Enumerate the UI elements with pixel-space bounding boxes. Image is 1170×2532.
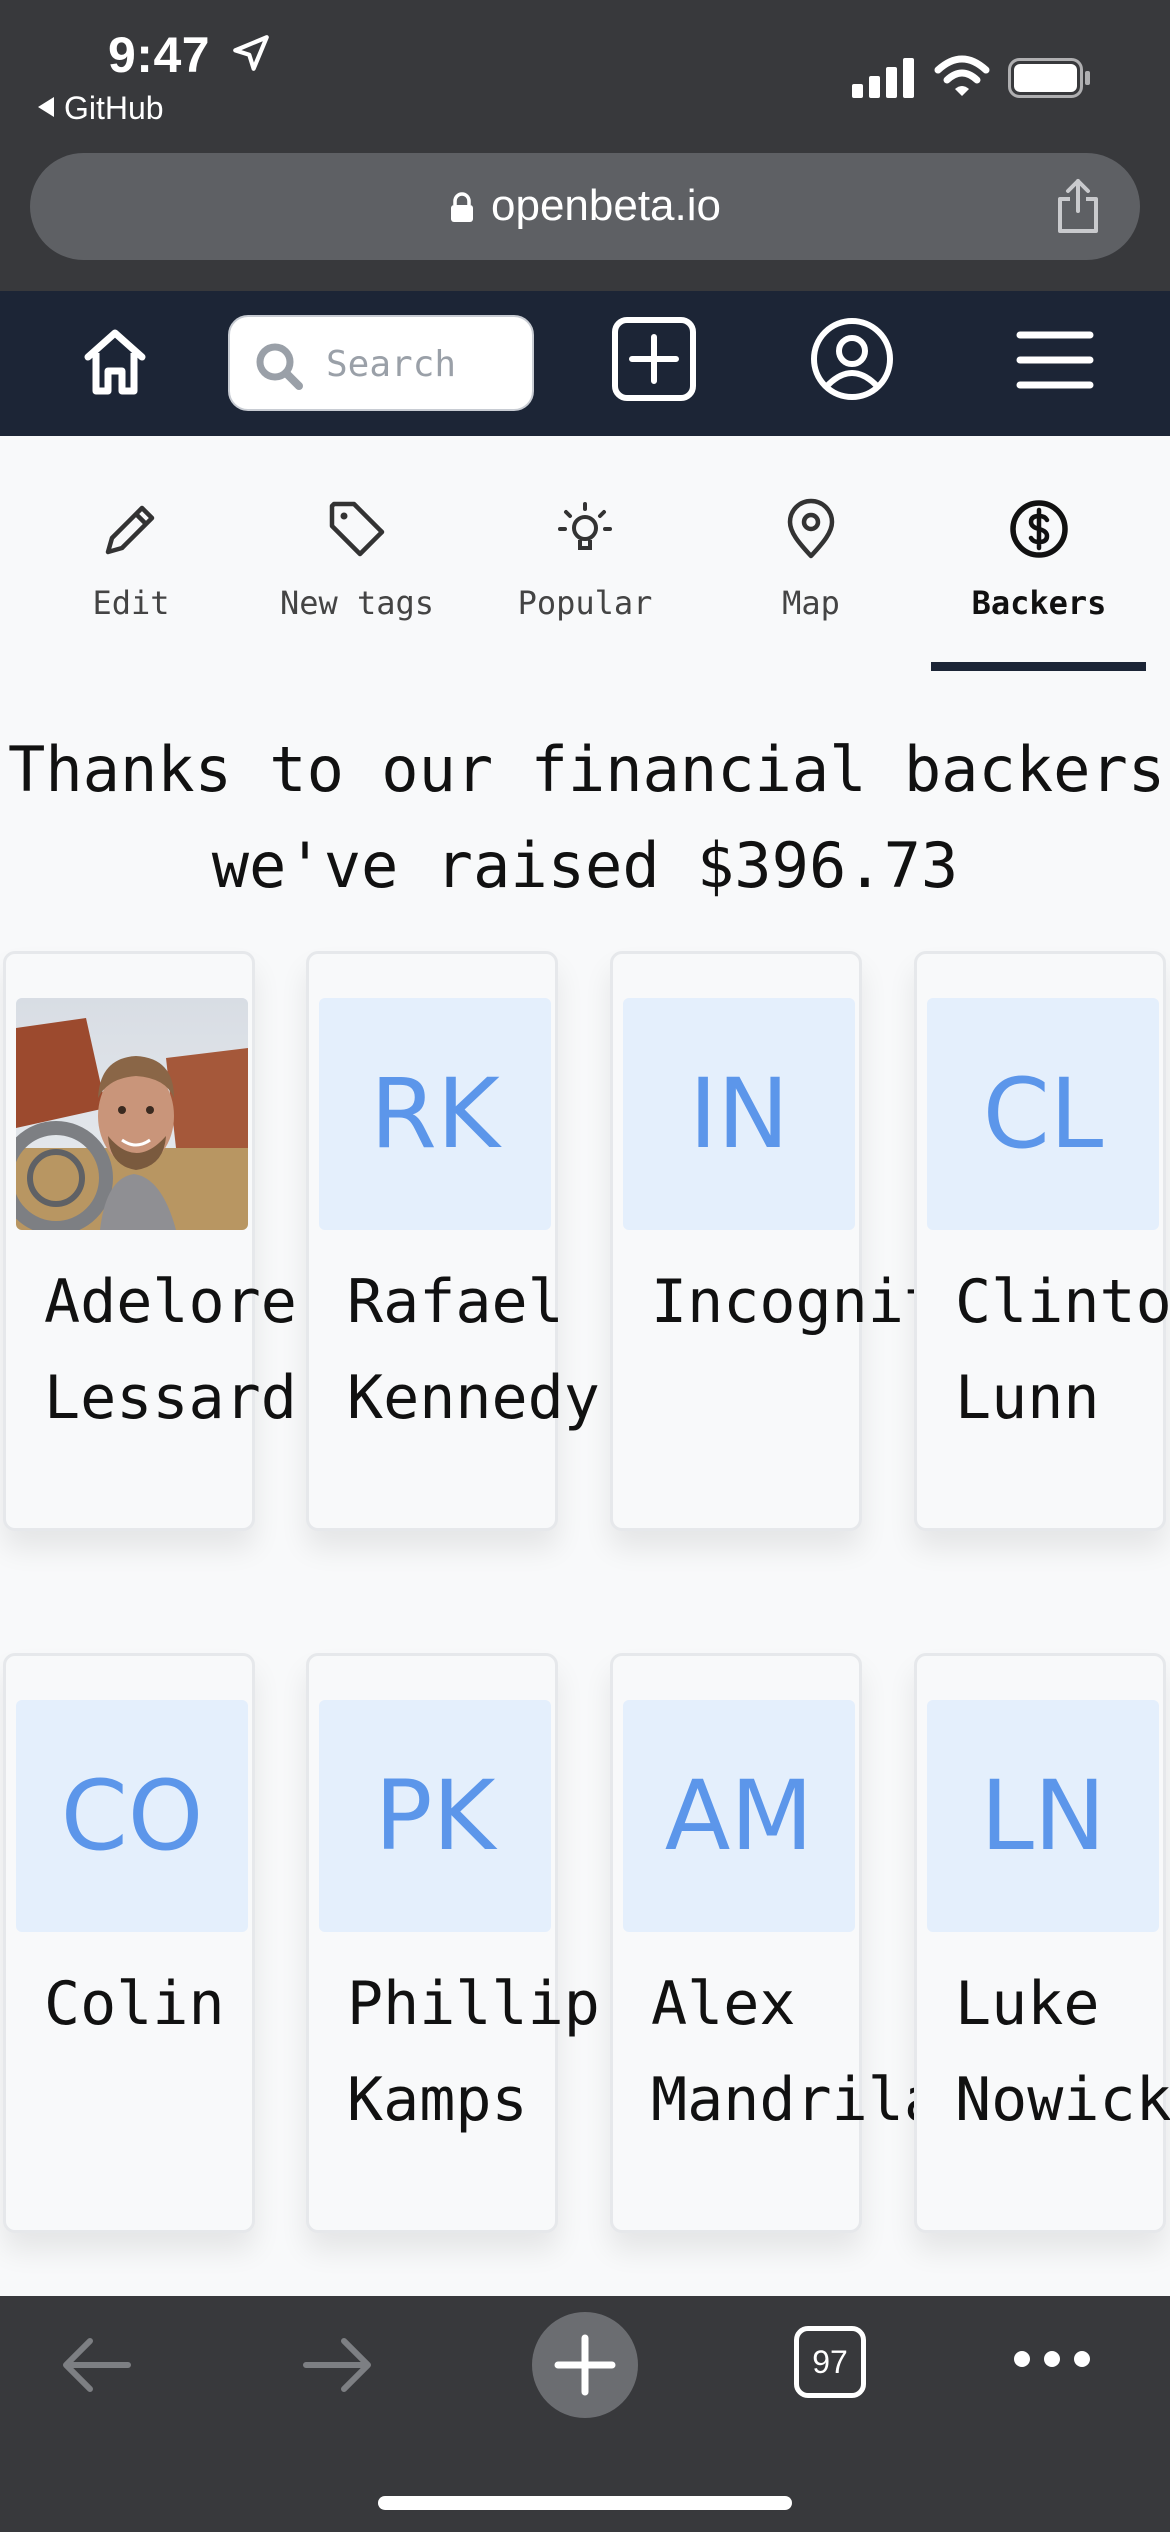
backer-photo xyxy=(16,998,248,1230)
backer-name: Clinton Lunn xyxy=(955,1267,1170,1433)
back-arrow-icon[interactable] xyxy=(58,2332,134,2398)
pencil-icon xyxy=(105,505,155,555)
tab-label: New tags xyxy=(279,584,435,622)
tab-popular[interactable]: Popular xyxy=(480,496,690,646)
backer-avatar xyxy=(16,998,248,1230)
backer-initials-avatar: RK xyxy=(319,998,551,1230)
backer-card[interactable]: PK Phillip Kamps xyxy=(306,1653,600,2233)
tab-edit[interactable]: Edit xyxy=(26,496,236,646)
heading-raised-amount: we've raised $396.73 xyxy=(211,829,959,902)
feature-tabs: Edit New tags Popular Map Backers xyxy=(0,436,1170,676)
more-options-icon[interactable] xyxy=(1010,2344,1094,2374)
url-display[interactable]: openbeta.io xyxy=(30,181,1140,231)
backer-initials-avatar: AM xyxy=(623,1700,855,1932)
backer-name: Colin xyxy=(44,1969,225,2039)
tab-backers[interactable]: Backers xyxy=(934,496,1144,646)
lightbulb-icon xyxy=(558,502,612,550)
tab-new-tags[interactable]: New tags xyxy=(252,496,462,646)
backer-name: Alex Mandrila xyxy=(651,1969,940,2135)
search-input[interactable] xyxy=(326,339,516,389)
dollar-circle-icon xyxy=(1010,500,1068,558)
user-circle-icon xyxy=(811,318,893,400)
tab-label: Backers xyxy=(971,584,1107,622)
back-app-label: GitHub xyxy=(64,90,164,126)
backer-name: Adelore Lessard xyxy=(44,1267,297,1433)
site-header xyxy=(0,291,1170,436)
url-text: openbeta.io xyxy=(491,181,721,230)
account-button[interactable] xyxy=(808,315,896,403)
browser-toolbar: 97 xyxy=(0,2296,1170,2532)
new-tab-button[interactable] xyxy=(532,2312,638,2418)
back-to-app-link[interactable]: GitHub xyxy=(38,90,164,127)
location-arrow-icon xyxy=(233,35,269,71)
status-bar: 9:47 GitHub xyxy=(0,0,1170,148)
search-box[interactable] xyxy=(228,315,534,411)
map-pin-icon xyxy=(787,498,835,559)
backer-card[interactable]: AM Alex Mandrila xyxy=(610,1653,940,2233)
backer-card[interactable]: CL Clinton Lunn xyxy=(914,951,1170,1531)
plus-square-icon xyxy=(612,317,696,401)
hamburger-menu-icon xyxy=(1016,331,1094,389)
heading-line-1: Thanks to our financial backers xyxy=(8,733,1166,806)
forward-arrow-icon[interactable] xyxy=(300,2332,376,2398)
add-button[interactable] xyxy=(610,315,698,403)
backer-name: Luke Nowicki xyxy=(955,1969,1170,2135)
backer-initials-avatar: CO xyxy=(16,1700,248,1932)
backer-card[interactable]: LN Luke Nowicki xyxy=(914,1653,1170,2233)
tab-label: Map xyxy=(782,584,840,622)
tab-map[interactable]: Map xyxy=(706,496,916,646)
home-indicator xyxy=(378,2496,792,2510)
backers-heading: Thanks to our financial backers we've ra… xyxy=(0,722,1170,914)
backer-name: Rafael Kennedy xyxy=(347,1267,600,1433)
backer-initials-avatar: IN xyxy=(623,998,855,1230)
battery-icon xyxy=(1008,58,1090,98)
tabs-count-button[interactable]: 97 xyxy=(794,2326,866,2398)
wifi-icon xyxy=(934,55,990,96)
plus-icon xyxy=(554,2334,616,2396)
backer-initials-avatar: CL xyxy=(927,998,1159,1230)
address-bar[interactable]: openbeta.io xyxy=(30,153,1140,260)
active-tab-indicator xyxy=(931,662,1146,671)
status-time: 9:47 xyxy=(108,27,211,83)
tab-label: Edit xyxy=(92,584,170,622)
lock-icon xyxy=(451,192,473,222)
tab-label: Popular xyxy=(517,584,653,622)
backer-name: Phillip Kamps xyxy=(347,1969,600,2135)
backer-card[interactable]: Adelore Lessard xyxy=(3,951,297,1531)
home-icon xyxy=(84,329,146,395)
backer-card[interactable]: CO Colin xyxy=(3,1653,255,2233)
backer-initials-avatar: LN xyxy=(927,1700,1159,1932)
menu-button[interactable] xyxy=(1016,325,1094,395)
cellular-signal-icon xyxy=(852,58,914,98)
backer-initials-avatar: PK xyxy=(319,1700,551,1932)
browser-address-area: openbeta.io xyxy=(0,148,1170,291)
home-button[interactable] xyxy=(80,321,150,403)
share-icon[interactable] xyxy=(1054,177,1102,235)
search-icon xyxy=(256,343,303,390)
tag-icon xyxy=(329,501,385,557)
backer-card[interactable]: IN Incognito xyxy=(610,951,976,1531)
back-triangle-icon xyxy=(38,97,54,117)
backer-card[interactable]: RK Rafael Kennedy xyxy=(306,951,600,1531)
